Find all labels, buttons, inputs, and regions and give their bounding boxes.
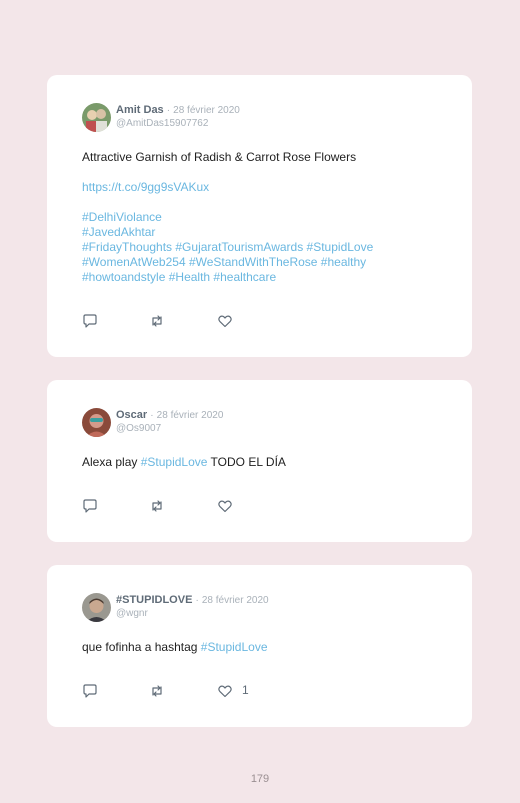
retweet-icon[interactable]	[149, 498, 165, 514]
avatar[interactable]	[82, 103, 111, 132]
tweet-text: Alexa play #StupidLove TODO EL DÍA	[82, 455, 286, 470]
hashtag-link[interactable]: #StupidLove	[201, 640, 268, 654]
tweet-link[interactable]: https://t.co/9gg9sVAKux	[82, 180, 209, 195]
tweet-card: Amit Das · 28 février 2020 @AmitDas15907…	[47, 75, 472, 357]
hashtag-link[interactable]: #StupidLove	[141, 455, 208, 469]
tweet-date[interactable]: 28 février 2020	[157, 410, 224, 421]
author-line: #STUPIDLOVE · 28 février 2020	[116, 593, 269, 608]
author-name[interactable]: Oscar	[116, 409, 147, 421]
tweet-text: que fofinha a hashtag #StupidLove	[82, 640, 268, 655]
reply-icon[interactable]	[82, 498, 98, 514]
author-line: Oscar · 28 février 2020	[116, 408, 223, 423]
hashtag-line[interactable]: #FridayThoughts #GujaratTourismAwards #S…	[82, 240, 442, 255]
like-count: 1	[242, 683, 249, 697]
tweet-actions	[82, 313, 282, 329]
tweet-actions: 1	[82, 683, 282, 699]
tweet-text-after: TODO EL DÍA	[207, 455, 286, 469]
tweet-text: Attractive Garnish of Radish & Carrot Ro…	[82, 150, 357, 164]
tweet-text-before: Alexa play	[82, 455, 141, 469]
separator: ·	[150, 410, 154, 421]
reply-icon[interactable]	[82, 313, 98, 329]
author-handle[interactable]: @wgnr	[116, 607, 148, 621]
reply-icon[interactable]	[82, 683, 98, 699]
heart-icon[interactable]	[217, 498, 233, 514]
hashtag-list: #DelhiViolance #JavedAkhtar #FridayThoug…	[82, 210, 442, 285]
author-line: Amit Das · 28 février 2020	[116, 103, 240, 118]
tweet-text-before: que fofinha a hashtag	[82, 640, 201, 654]
author-name[interactable]: #STUPIDLOVE	[116, 594, 192, 606]
hashtag-line[interactable]: #howtoandstyle #Health #healthcare	[82, 270, 442, 285]
author-handle[interactable]: @Os9007	[116, 422, 161, 436]
heart-icon[interactable]	[217, 683, 233, 699]
tweet-actions	[82, 498, 282, 514]
separator: ·	[195, 595, 199, 606]
avatar[interactable]	[82, 408, 111, 437]
retweet-icon[interactable]	[149, 313, 165, 329]
retweet-icon[interactable]	[149, 683, 165, 699]
tweet-card: Oscar · 28 février 2020 @Os9007 Alexa pl…	[47, 380, 472, 542]
separator: ·	[166, 105, 171, 116]
hashtag-line[interactable]: #JavedAkhtar	[82, 225, 442, 240]
avatar[interactable]	[82, 593, 111, 622]
author-handle[interactable]: @AmitDas15907762	[116, 117, 208, 131]
tweet-date[interactable]: 28 février 2020	[202, 595, 269, 606]
hashtag-line[interactable]: #WomenAtWeb254 #WeStandWithTheRose #heal…	[82, 255, 442, 270]
tweet-date[interactable]: 28 février 2020	[173, 105, 240, 116]
hashtag-line[interactable]: #DelhiViolance	[82, 210, 442, 225]
page-number: 179	[250, 773, 270, 785]
tweet-card: #STUPIDLOVE · 28 février 2020 @wgnr que …	[47, 565, 472, 727]
author-name[interactable]: Amit Das	[116, 104, 164, 116]
heart-icon[interactable]	[217, 313, 233, 329]
